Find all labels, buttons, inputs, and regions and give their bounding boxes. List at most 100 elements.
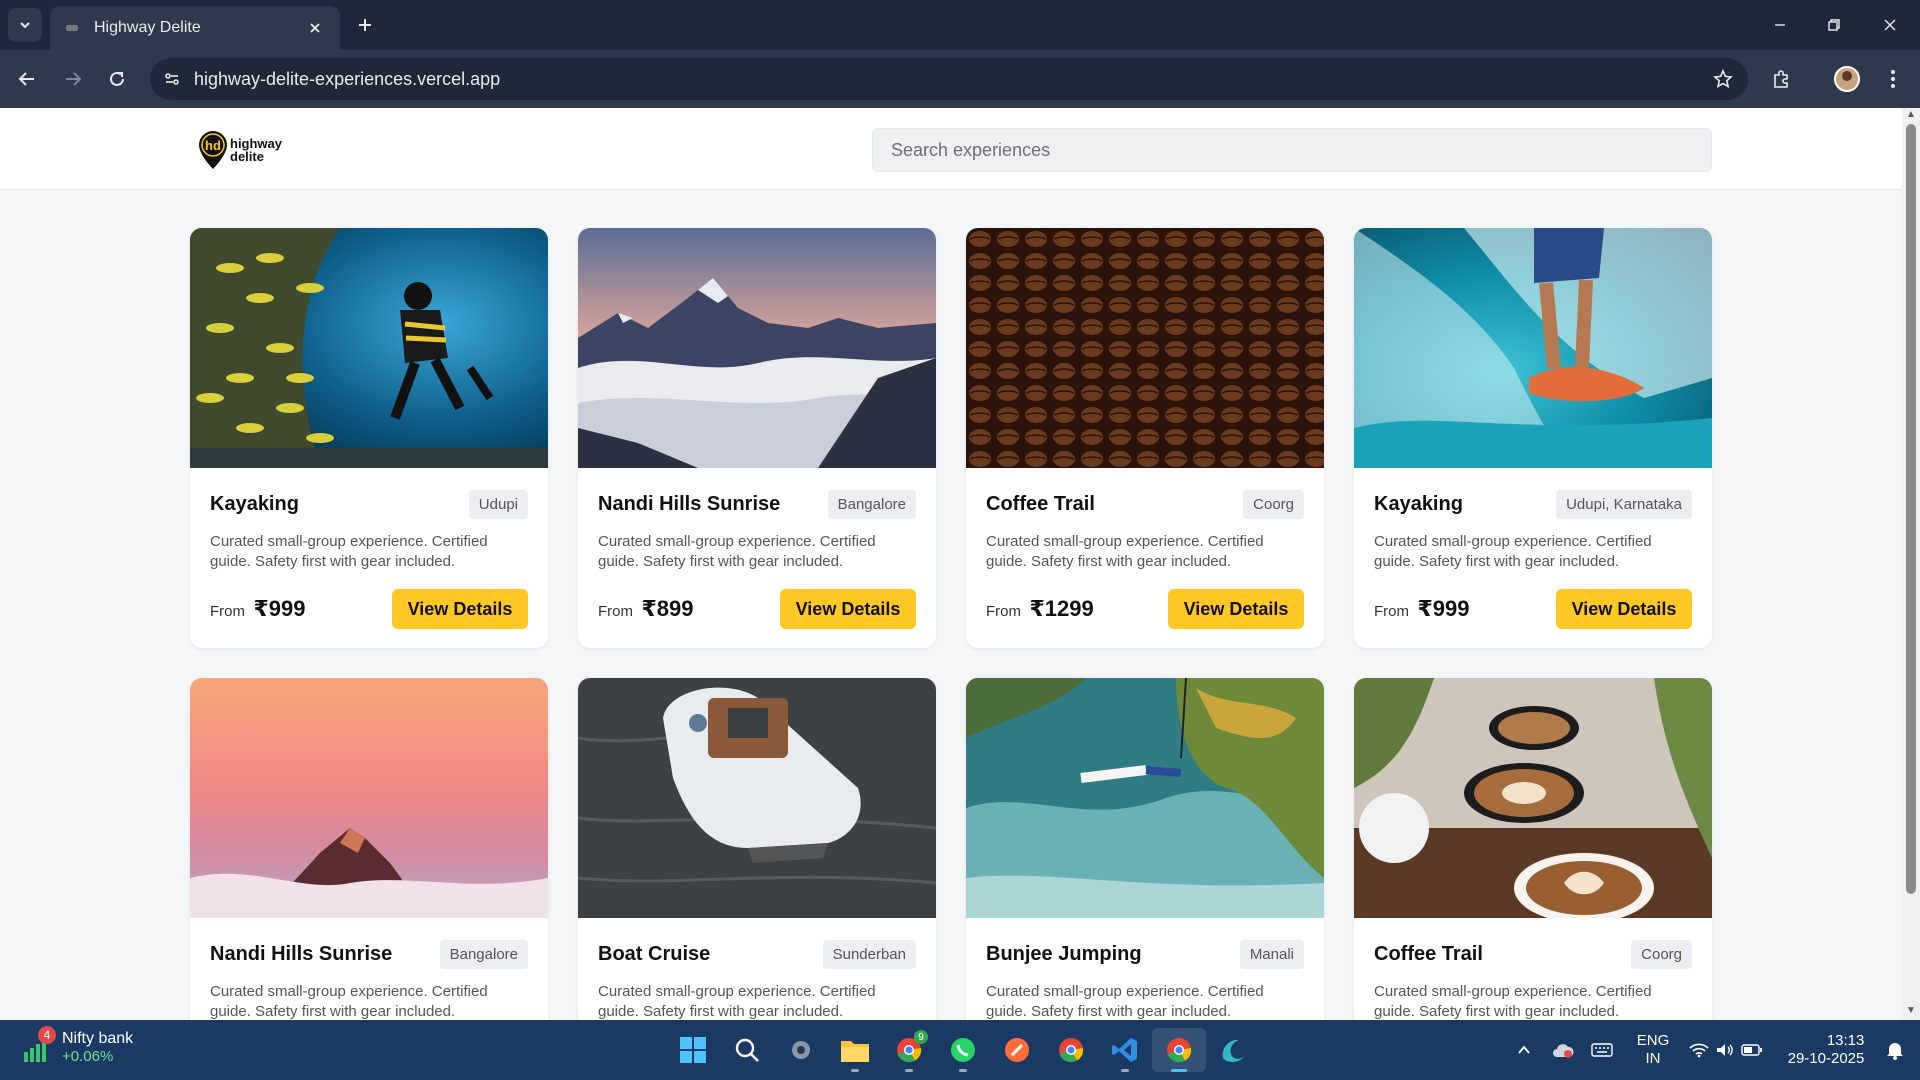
browser-tab[interactable]: Highway Delite <box>50 6 340 50</box>
back-button[interactable] <box>10 62 44 96</box>
experience-description: Curated small-group experience. Certifie… <box>210 533 488 570</box>
scrollbar-thumb[interactable] <box>1906 124 1916 894</box>
reload-button[interactable] <box>100 62 134 96</box>
experience-description: Curated small-group experience. Certifie… <box>1374 983 1652 1020</box>
folder-icon <box>841 1041 869 1062</box>
chrome-app[interactable] <box>1044 1028 1098 1072</box>
close-window-button[interactable] <box>1862 0 1918 50</box>
whatsapp-app[interactable] <box>936 1028 990 1072</box>
windows-logo-icon <box>680 1037 706 1063</box>
notification-badge: 4 <box>38 1025 56 1044</box>
app-badge: 9 <box>914 1030 928 1044</box>
stock-chart-icon: 4 <box>20 1025 56 1064</box>
site-header: hd highway delite <box>0 108 1902 190</box>
arrow-right-icon <box>66 72 82 86</box>
scuba-diver-image <box>190 228 548 468</box>
boat-cruise-image <box>578 678 936 918</box>
postman-app[interactable] <box>990 1028 1044 1072</box>
new-tab-button[interactable] <box>350 10 380 40</box>
language-indicator[interactable]: ENG IN <box>1628 1020 1678 1080</box>
running-indicator <box>851 1069 859 1072</box>
search-icon <box>735 1038 759 1062</box>
minimize-button[interactable] <box>1752 0 1808 50</box>
plus-icon <box>359 19 371 31</box>
bookmark-star-icon[interactable] <box>1698 69 1748 89</box>
experience-description: Curated small-group experience. Certifie… <box>598 983 876 1020</box>
chrome-profile-app[interactable]: 9 <box>882 1028 936 1072</box>
surfer-image <box>1354 228 1712 468</box>
price-value: ₹999 <box>253 596 306 621</box>
experience-description: Curated small-group experience. Certifie… <box>1374 533 1652 570</box>
experience-card[interactable]: Kayaking Udupi Curated small-group exper… <box>190 228 548 648</box>
price-value: ₹899 <box>641 596 694 621</box>
wave-app-icon <box>1222 1039 1244 1062</box>
close-tab-icon[interactable] <box>304 17 326 39</box>
location-badge: Coorg <box>1243 489 1304 519</box>
location-badge: Bangalore <box>439 939 528 969</box>
active-indicator <box>1171 1069 1187 1072</box>
experience-title: Boat Cruise <box>598 942 711 965</box>
reload-icon <box>110 71 124 86</box>
latte-cups-image <box>1354 678 1712 918</box>
location-badge: Sunderban <box>822 939 916 969</box>
price-block: From ₹999 <box>1374 596 1469 622</box>
view-details-button[interactable]: View Details <box>1168 589 1304 629</box>
onedrive-tray[interactable] <box>1548 1020 1578 1080</box>
experience-card[interactable]: Boat Cruise Sunderban Curated small-grou… <box>578 678 936 1020</box>
chrome-icon <box>1167 1038 1192 1063</box>
scroll-up-arrow-icon[interactable]: ▲ <box>1905 110 1917 120</box>
puzzle-icon <box>1774 70 1788 88</box>
vscode-icon <box>1112 1038 1137 1062</box>
experience-card[interactable]: Bunjee Jumping Manali Curated small-grou… <box>966 678 1324 1020</box>
page-scrollbar[interactable]: ▲ ▼ <box>1902 108 1920 1020</box>
coffee-beans-image <box>966 228 1324 468</box>
system-status-tray[interactable] <box>1686 1020 1766 1080</box>
show-hidden-icons[interactable] <box>1508 1020 1540 1080</box>
tab-title: Highway Delite <box>94 19 201 36</box>
forward-button[interactable] <box>56 62 90 96</box>
clock[interactable]: 13:13 29-10-2025 <box>1776 1020 1876 1080</box>
brand-name: highway delite <box>230 137 282 163</box>
experience-title: Kayaking <box>1374 492 1463 515</box>
edge-app[interactable] <box>1206 1028 1260 1072</box>
view-details-button[interactable]: View Details <box>780 589 916 629</box>
map-pin-logo-icon: hd <box>198 130 228 170</box>
vscode-app[interactable] <box>1098 1028 1152 1072</box>
profile-button[interactable] <box>1830 62 1864 96</box>
search-button[interactable] <box>720 1028 774 1072</box>
site-settings-icon[interactable] <box>150 70 194 88</box>
settings-app[interactable] <box>774 1028 828 1072</box>
address-bar[interactable]: highway-delite-experiences.vercel.app <box>150 58 1748 100</box>
close-icon <box>1884 19 1896 31</box>
start-button[interactable] <box>666 1028 720 1072</box>
experience-card[interactable]: Nandi Hills Sunrise Bangalore Curated sm… <box>190 678 548 1020</box>
browser-menu-button[interactable] <box>1876 62 1910 96</box>
scroll-down-arrow-icon[interactable]: ▼ <box>1905 1006 1917 1016</box>
battery-icon <box>1741 1044 1762 1056</box>
file-explorer-app[interactable] <box>828 1028 882 1072</box>
experience-description: Curated small-group experience. Certifie… <box>210 983 488 1020</box>
region-code: IN <box>1645 1050 1661 1067</box>
extensions-button[interactable] <box>1764 62 1798 96</box>
mountains-clouds-image <box>578 228 936 468</box>
location-badge: Udupi, Karnataka <box>1556 489 1692 519</box>
experience-card[interactable]: Coffee Trail Coorg Curated small-group e… <box>966 228 1324 648</box>
restore-button[interactable] <box>1806 0 1862 50</box>
experience-title: Bunjee Jumping <box>986 942 1142 965</box>
tab-search-button[interactable] <box>8 8 42 42</box>
chrome-active-app[interactable] <box>1152 1028 1206 1072</box>
running-indicator <box>905 1069 913 1072</box>
view-details-button[interactable]: View Details <box>1556 589 1692 629</box>
experience-card[interactable]: Nandi Hills Sunrise Bangalore Curated sm… <box>578 228 936 648</box>
search-input[interactable] <box>872 128 1712 172</box>
stock-widget[interactable]: 4 Nifty bank +0.06% <box>20 1025 133 1065</box>
experience-card[interactable]: Coffee Trail Coorg Curated small-group e… <box>1354 678 1712 1020</box>
experience-card[interactable]: Kayaking Udupi, Karnataka Curated small-… <box>1354 228 1712 648</box>
experience-title: Kayaking <box>210 492 299 515</box>
site-logo[interactable]: hd highway delite <box>198 130 282 170</box>
from-label: From <box>1374 603 1409 620</box>
view-details-button[interactable]: View Details <box>392 589 528 629</box>
keyboard-tray[interactable] <box>1586 1020 1618 1080</box>
notifications-button[interactable] <box>1878 1020 1912 1080</box>
chevron-down-icon <box>20 22 30 29</box>
